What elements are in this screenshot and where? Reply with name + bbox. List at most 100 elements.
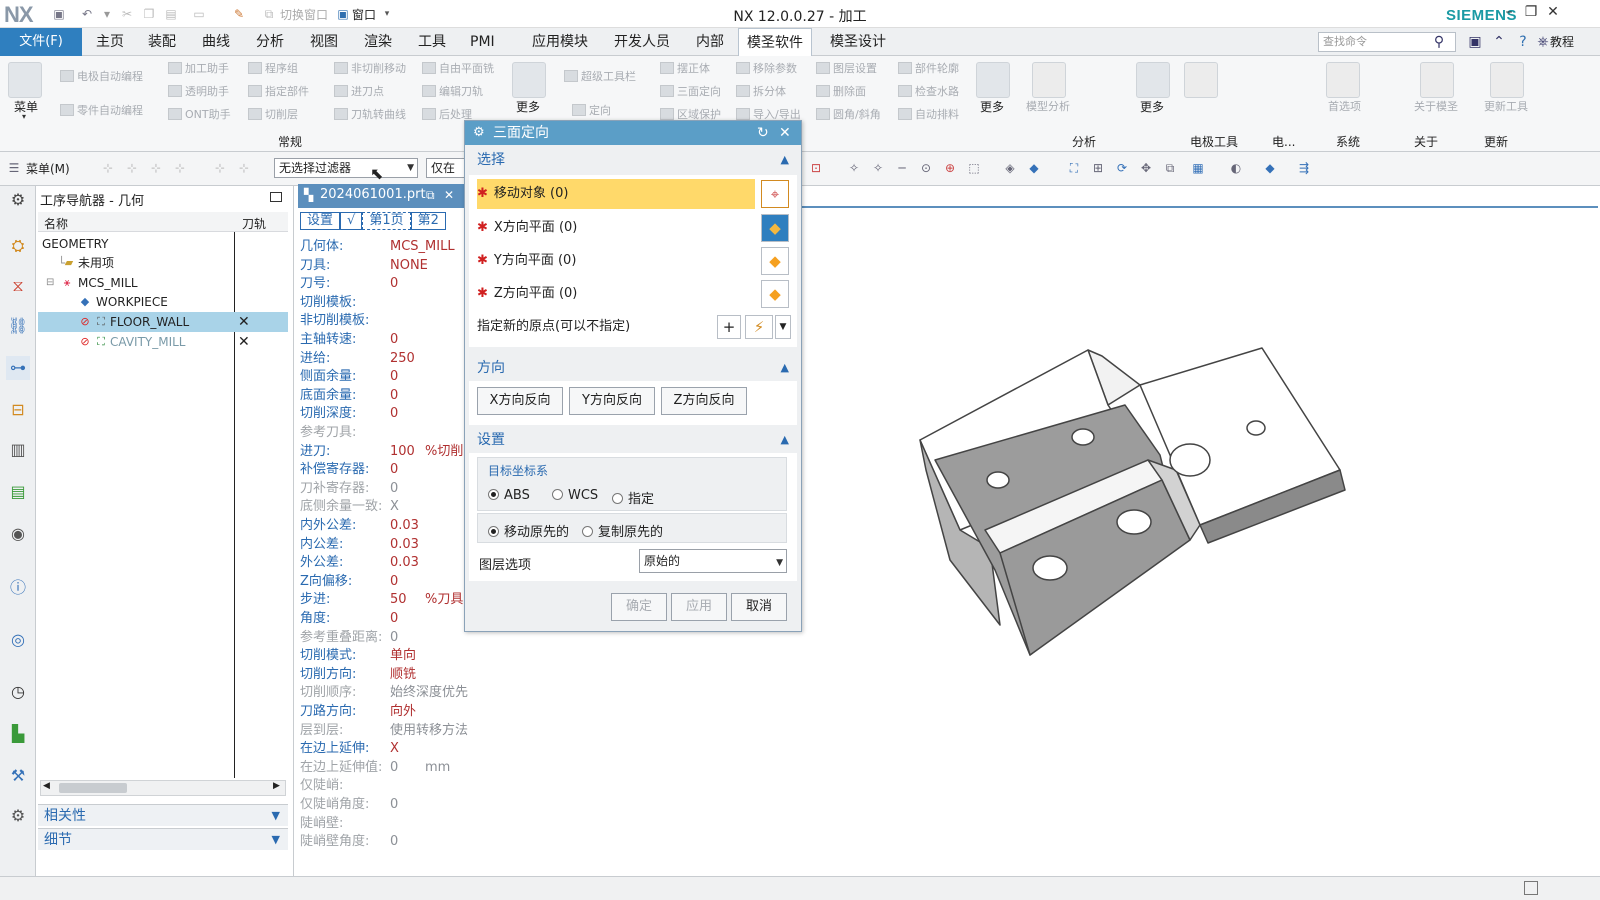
more-icon-3[interactable] bbox=[1136, 62, 1170, 98]
radio-move-original[interactable]: 移动原先的 bbox=[488, 521, 569, 540]
tab-curve[interactable]: 曲线 bbox=[194, 28, 238, 56]
shaded-view-icon[interactable]: ◈ bbox=[1002, 160, 1018, 176]
menu-dropdown-icon[interactable]: ▾ bbox=[22, 112, 26, 121]
radio-abs[interactable]: ABS bbox=[488, 488, 530, 503]
parameter-row[interactable]: 侧面余量: 0 bbox=[300, 368, 470, 387]
document-tab[interactable]: ▚ 2024061001.prt ⧉ ✕ bbox=[298, 184, 464, 206]
parameter-row[interactable]: 参考刀具: bbox=[300, 424, 470, 443]
ont-assistant-button[interactable]: ONT助手 bbox=[168, 106, 231, 122]
tutorial-button[interactable]: 教程 bbox=[1550, 33, 1574, 50]
scroll-right-icon[interactable]: ▶ bbox=[273, 781, 280, 791]
tab-assembly[interactable]: 装配 bbox=[140, 28, 184, 56]
search-icon[interactable]: ⚲ bbox=[1430, 33, 1448, 51]
snap-icon-6[interactable]: ⊕ bbox=[942, 160, 958, 176]
reset-icon[interactable]: ↻ bbox=[757, 121, 769, 145]
parameter-row[interactable]: 底侧余量一致: X bbox=[300, 498, 470, 517]
help-icon[interactable]: ? bbox=[1514, 33, 1532, 51]
menu-dropdown-button[interactable]: 菜单(M) bbox=[26, 160, 70, 177]
machining-assistant-button[interactable]: 加工助手 bbox=[168, 60, 229, 76]
x-reverse-button[interactable]: X方向反向 bbox=[477, 387, 563, 415]
parameter-row[interactable]: 内外公差: 0.03 bbox=[300, 517, 470, 536]
settings-gear-icon[interactable]: ⚙ bbox=[6, 188, 30, 212]
electrode-auto-program-button[interactable]: 电极自动编程 bbox=[60, 68, 143, 84]
tab-pmi[interactable]: PMI bbox=[462, 28, 503, 56]
about-mosheng-icon[interactable] bbox=[1420, 62, 1454, 98]
specify-part-button[interactable]: 指定部件 bbox=[248, 83, 309, 99]
tree-row-geometry[interactable]: GEOMETRY bbox=[38, 234, 288, 254]
layer-option-select[interactable]: 原始的 ▼ bbox=[639, 549, 787, 573]
section-view-icon[interactable]: ⇶ bbox=[1296, 160, 1312, 176]
hd3d-tools-icon[interactable]: ▤ bbox=[6, 480, 30, 504]
box-select-icon[interactable]: ⬚ bbox=[966, 160, 982, 176]
more-button-2[interactable]: 更多 bbox=[980, 98, 1004, 115]
tab-analysis[interactable]: 分析 bbox=[248, 28, 292, 56]
tab-mosheng-software[interactable]: 模圣软件 bbox=[738, 28, 812, 56]
section-header-select[interactable]: 选择 ▲ bbox=[469, 147, 797, 173]
selection-tool-icon-6[interactable]: ⊹ bbox=[236, 160, 252, 176]
point-dialog-icon[interactable]: + bbox=[717, 315, 741, 339]
dialog-gear-icon[interactable]: ⚙ bbox=[473, 121, 485, 145]
parameter-row[interactable]: 切削深度: 0 bbox=[300, 405, 470, 424]
close-icon[interactable]: ✕ bbox=[779, 121, 791, 145]
snap-icon-3[interactable]: ✧ bbox=[870, 160, 886, 176]
cancel-button[interactable]: 取消 bbox=[731, 593, 787, 621]
part-outline-button[interactable]: 部件轮廓 bbox=[898, 60, 959, 76]
tab-home[interactable]: 主页 bbox=[88, 28, 132, 56]
selection-tool-icon-4[interactable]: ⊹ bbox=[172, 160, 188, 176]
group-label-electrode-short[interactable]: 电... bbox=[1272, 133, 1295, 150]
background-icon[interactable]: ◐ bbox=[1228, 160, 1244, 176]
parameter-row[interactable]: 内公差: 0.03 bbox=[300, 536, 470, 555]
parameter-row[interactable]: 补偿寄存器: 0 bbox=[300, 461, 470, 480]
ribbon-toggle-icon[interactable]: ▣ bbox=[1466, 33, 1484, 51]
file-menu-button[interactable]: 文件(F) bbox=[0, 28, 82, 56]
parameter-row[interactable]: 刀补寄存器: 0 bbox=[300, 480, 470, 499]
more-icon-2[interactable] bbox=[976, 62, 1010, 98]
edit-toolpath-button[interactable]: 编辑刀轨 bbox=[422, 83, 483, 99]
y-plane-row[interactable]: ✱ Y方向平面 (0) bbox=[477, 246, 757, 276]
history-clock-icon[interactable]: ◷ bbox=[6, 680, 30, 704]
tab-render[interactable]: 渲染 bbox=[356, 28, 400, 56]
close-tab-icon[interactable]: ✕ bbox=[444, 184, 454, 206]
machine-tool-navigator-icon[interactable]: ⊟ bbox=[6, 398, 30, 422]
parameter-row[interactable]: 陡峭壁角度: 0 bbox=[300, 833, 470, 852]
manufacturing-wizard-icon[interactable]: ⚙ bbox=[6, 804, 30, 828]
x-plane-row[interactable]: ✱ X方向平面 (0) bbox=[477, 213, 757, 243]
section-dependencies[interactable]: 相关性 ▼ bbox=[38, 804, 288, 826]
y-reverse-button[interactable]: Y方向反向 bbox=[569, 387, 655, 415]
info-icon[interactable]: ⓘ bbox=[6, 576, 30, 600]
transparent-assistant-button[interactable]: 透明助手 bbox=[168, 83, 229, 99]
selection-tool-icon-5[interactable]: ⊹ bbox=[212, 160, 228, 176]
parameter-row[interactable]: 仅陡峭角度: 0 bbox=[300, 796, 470, 815]
fillet-chamfer-button[interactable]: 圆角/斜角 bbox=[816, 106, 881, 122]
bracket-3d-model[interactable] bbox=[919, 347, 1346, 656]
roles-icon[interactable]: ▙ bbox=[6, 722, 30, 746]
update-tools-button[interactable]: 更新工具 bbox=[1484, 98, 1528, 114]
check-waterline-button[interactable]: 检查水路 bbox=[898, 83, 959, 99]
collapse-icon[interactable]: ⊟ bbox=[46, 273, 54, 293]
model-analysis-icon[interactable] bbox=[1032, 62, 1066, 98]
parameter-row[interactable]: 进给: 250 bbox=[300, 350, 470, 369]
parameter-row[interactable]: 在边上延伸: X bbox=[300, 740, 470, 759]
more-button-3[interactable]: 更多 bbox=[1140, 98, 1164, 115]
super-toolbar-button[interactable]: 超级工具栏 bbox=[564, 68, 636, 84]
parameter-row[interactable]: 外公差: 0.03 bbox=[300, 554, 470, 573]
parameter-row[interactable]: 刀路方向: 向外 bbox=[300, 703, 470, 722]
menu-icon[interactable] bbox=[8, 62, 42, 98]
entry-point-button[interactable]: 进刀点 bbox=[334, 83, 384, 99]
web-browser-icon[interactable]: ◉ bbox=[6, 522, 30, 546]
tab-application[interactable]: 应用模块 bbox=[524, 28, 596, 56]
parameter-row[interactable]: Z向偏移: 0 bbox=[300, 573, 470, 592]
toolpath-to-curve-button[interactable]: 刀轨转曲线 bbox=[334, 106, 406, 122]
remove-params-button[interactable]: 移除参数 bbox=[736, 60, 797, 76]
graphics-window[interactable] bbox=[800, 210, 1598, 874]
operation-navigator-icon[interactable]: ⊶ bbox=[6, 356, 30, 380]
group-label-electrode-tools[interactable]: 电极工具 bbox=[1190, 133, 1238, 150]
orient-view-icon[interactable]: ◆ bbox=[1262, 160, 1278, 176]
parameter-row[interactable]: 仅陡峭: bbox=[300, 777, 470, 796]
parameter-row[interactable]: 非切削模板: bbox=[300, 312, 470, 331]
apply-button[interactable]: 应用 bbox=[671, 593, 727, 621]
section-header-settings[interactable]: 设置 ▲ bbox=[469, 427, 797, 453]
face-select-icon[interactable]: ◆ bbox=[761, 247, 789, 275]
tab-internal[interactable]: 内部 bbox=[688, 28, 732, 56]
preferences-button[interactable]: 首选项 bbox=[1328, 98, 1361, 114]
